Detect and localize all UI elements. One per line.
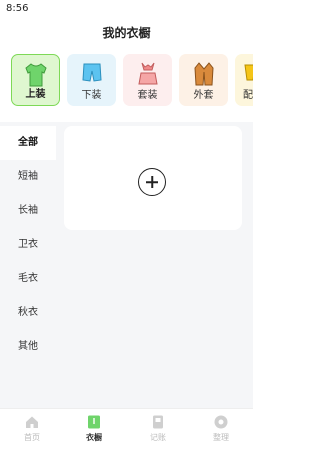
category-sets[interactable]: 套装 — [123, 54, 172, 106]
sidebar-item-autumn-wear[interactable]: 秋衣 — [0, 296, 56, 330]
wardrobe-icon — [88, 415, 100, 429]
suit-set-icon — [137, 62, 158, 85]
category-tops[interactable]: 上装 — [11, 54, 60, 106]
organize-icon — [214, 415, 228, 429]
category-outerwear[interactable]: 外套 — [179, 54, 228, 106]
sidebar: 全部 短袖 长袖 卫衣 毛衣 秋衣 其他 — [0, 122, 56, 408]
status-bar: 8:56 — [0, 0, 253, 18]
tab-ledger[interactable]: 记账 — [133, 415, 183, 449]
sidebar-item-other[interactable]: 其他 — [0, 330, 56, 364]
plus-icon[interactable] — [138, 168, 166, 196]
tab-label: 首页 — [24, 433, 40, 442]
sidebar-item-hoodie[interactable]: 卫衣 — [0, 228, 56, 262]
clothes-grid — [56, 122, 253, 408]
tab-organize[interactable]: 整理 — [196, 415, 246, 449]
sidebar-item-label: 全部 — [18, 126, 38, 160]
coat-icon — [193, 62, 214, 86]
home-icon — [26, 416, 38, 428]
bottom-tab-bar: 首页 衣橱 记账 整理 — [0, 408, 253, 450]
status-time: 8:56 — [6, 3, 29, 14]
sidebar-item-long-sleeve[interactable]: 长袖 — [0, 194, 56, 228]
tab-label: 衣橱 — [86, 433, 102, 442]
tab-label: 记账 — [150, 433, 166, 442]
category-accessories[interactable]: 配 — [235, 54, 253, 106]
page-title: 我的衣橱 — [102, 26, 151, 40]
category-label: 下装 — [81, 90, 102, 101]
category-label: 套装 — [137, 90, 158, 101]
ledger-icon — [153, 415, 163, 429]
category-label: 上装 — [25, 89, 46, 100]
category-bottoms[interactable]: 下装 — [67, 54, 116, 106]
tab-wardrobe[interactable]: 衣橱 — [69, 415, 119, 449]
category-label: 外套 — [193, 90, 214, 101]
tab-label: 整理 — [213, 433, 229, 442]
sidebar-item-sweater[interactable]: 毛衣 — [0, 262, 56, 296]
tab-home[interactable]: 首页 — [7, 415, 57, 449]
accessory-icon — [244, 64, 253, 81]
category-label: 配 — [243, 90, 253, 101]
sidebar-item-short-sleeve[interactable]: 短袖 — [0, 160, 56, 194]
category-row: 上装 下装 套装 外套 配 — [0, 54, 253, 108]
shorts-icon — [81, 63, 102, 82]
sidebar-item-all[interactable]: 全部 — [0, 126, 56, 160]
add-clothing-card[interactable] — [64, 126, 242, 230]
